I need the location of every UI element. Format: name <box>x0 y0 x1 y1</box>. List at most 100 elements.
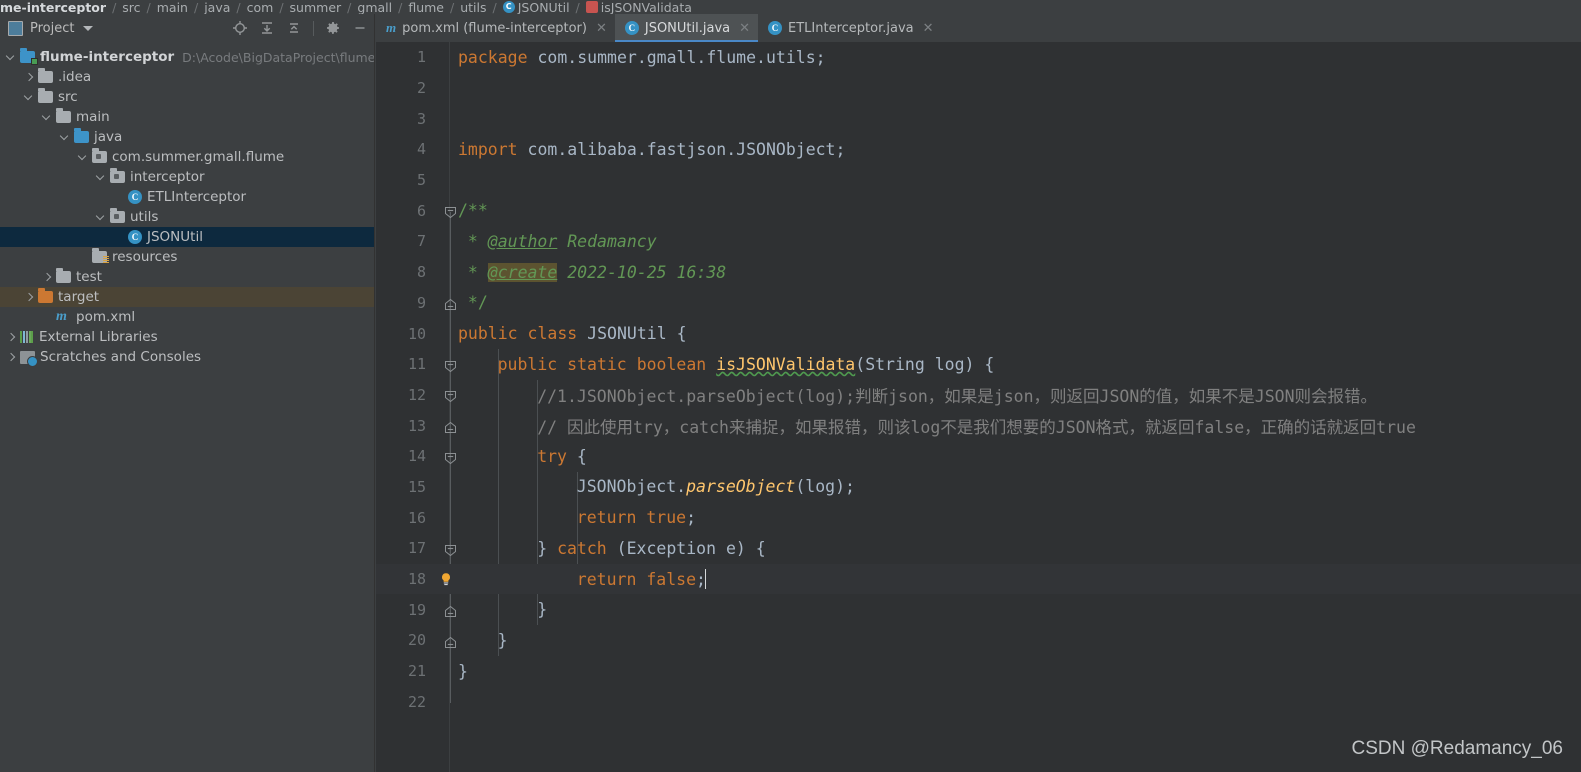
editor-tab[interactable]: C ETLInterceptor.java ✕ <box>758 14 942 42</box>
fold-expand-icon[interactable] <box>444 634 457 648</box>
code-line[interactable]: 12 //1.JSONObject.parseObject(log);判断json… <box>376 380 1581 411</box>
code-line[interactable]: 21} <box>376 656 1581 687</box>
intention-bulb-icon[interactable] <box>439 572 453 586</box>
breadcrumb-item[interactable]: flume <box>408 0 444 14</box>
tree-item-interceptor[interactable]: interceptor <box>0 167 374 187</box>
chevron-right-icon[interactable] <box>6 332 17 343</box>
breadcrumb-item[interactable]: java <box>204 0 230 14</box>
fold-expand-icon[interactable] <box>444 603 457 618</box>
libraries-icon <box>20 331 34 343</box>
tree-item-pom-xml[interactable]: m pom.xml <box>0 307 374 327</box>
code-line[interactable]: 7 * @author Redamancy <box>376 226 1581 257</box>
tree-item-flume-interceptor[interactable]: flume-interceptor D:\Acode\BigDataProject… <box>0 47 374 67</box>
chevron-right-icon[interactable] <box>42 272 53 283</box>
close-icon[interactable]: ✕ <box>923 21 934 36</box>
minimize-icon[interactable] <box>352 20 368 36</box>
editor-tab[interactable]: C JSONUtil.java ✕ <box>614 14 759 42</box>
class-icon: C <box>128 190 142 204</box>
tree-item-java[interactable]: java <box>0 127 374 147</box>
chevron-down-icon[interactable] <box>6 52 17 63</box>
breadcrumb-separator: / <box>112 0 117 14</box>
chevron-right-icon[interactable] <box>24 292 35 303</box>
code-line[interactable]: 20} <box>376 625 1581 656</box>
expand-all-icon[interactable] <box>259 20 275 36</box>
code-line[interactable]: 10 public class JSONUtil { <box>376 318 1581 349</box>
chevron-down-icon[interactable] <box>24 92 35 103</box>
line-number: 14 <box>407 447 426 466</box>
code-line[interactable]: 22 <box>376 686 1581 717</box>
tree-item-scratches-and-consoles[interactable]: Scratches and Consoles <box>0 347 374 367</box>
breadcrumb-item[interactable]: summer <box>290 0 342 14</box>
code-line[interactable]: 3 <box>376 103 1581 134</box>
chevron-down-icon[interactable] <box>78 152 89 163</box>
tree-item-etlinterceptor[interactable]: C ETLInterceptor <box>0 187 374 207</box>
tree-item-resources[interactable]: resources <box>0 247 374 267</box>
breadcrumb-separator: / <box>146 0 151 14</box>
close-icon[interactable]: ✕ <box>596 21 607 36</box>
code-line[interactable]: 9 */ <box>376 288 1581 319</box>
breadcrumb-item[interactable]: main <box>157 0 188 14</box>
code-line[interactable]: 17} catch (Exception e) { <box>376 533 1581 564</box>
code-line[interactable]: 2 <box>376 73 1581 104</box>
fold-collapse-icon[interactable] <box>444 450 457 464</box>
code-line[interactable]: 19} <box>376 594 1581 625</box>
code-line[interactable]: 13 // 因此使用try，catch来捕捉，如果报错，则该log不是我们想要的J… <box>376 410 1581 441</box>
chevron-down-icon[interactable] <box>96 172 107 183</box>
close-icon[interactable]: ✕ <box>739 21 750 36</box>
code-line[interactable]: 6 /** <box>376 195 1581 226</box>
chevron-right-icon[interactable] <box>6 352 17 363</box>
tree-item-src[interactable]: src <box>0 87 374 107</box>
code-line[interactable]: 16 return true; <box>376 502 1581 533</box>
breadcrumb-item[interactable]: utils <box>460 0 486 14</box>
line-number: 10 <box>407 324 426 343</box>
fold-collapse-icon[interactable] <box>444 358 457 372</box>
code-line[interactable]: 15 JSONObject.parseObject(log); <box>376 472 1581 503</box>
code-line[interactable]: 14 try { <box>376 441 1581 472</box>
fold-collapse-icon[interactable] <box>444 388 457 403</box>
fold-expand-icon[interactable] <box>444 296 457 311</box>
tree-item--idea[interactable]: .idea <box>0 67 374 87</box>
locate-icon[interactable] <box>232 20 248 36</box>
project-panel: Project flume-interceptor D:\Acode\BigDa… <box>0 14 375 772</box>
breadcrumb-item[interactable]: JSONUtil <box>518 0 570 14</box>
gear-icon[interactable] <box>325 20 341 36</box>
resources-folder-icon <box>92 248 109 264</box>
fold-collapse-icon[interactable] <box>444 204 457 219</box>
line-number: 19 <box>407 600 426 619</box>
line-number: 21 <box>407 662 426 681</box>
tree-item-jsonutil[interactable]: C JSONUtil <box>0 227 374 247</box>
breadcrumb-item[interactable]: src <box>122 0 140 14</box>
chevron-down-icon[interactable] <box>60 132 71 143</box>
code-lines[interactable]: 1 package com.summer.gmall.flume.utils; 2 3… <box>376 42 1581 772</box>
breadcrumb-item[interactable]: gmall <box>357 0 392 14</box>
breadcrumb-item[interactable]: me-interceptor <box>0 0 106 14</box>
tree-item-target[interactable]: target <box>0 287 374 307</box>
code-line[interactable]: 1 package com.summer.gmall.flume.utils; <box>376 42 1581 73</box>
line-number: 17 <box>407 539 426 558</box>
fold-collapse-icon[interactable] <box>444 542 457 556</box>
project-tree[interactable]: flume-interceptor D:\Acode\BigDataProject… <box>0 42 374 772</box>
line-number: 2 <box>416 79 426 98</box>
chevron-down-icon[interactable] <box>42 112 53 123</box>
code-line[interactable]: 11 public static boolean isJSONValidata(S… <box>376 349 1581 380</box>
breadcrumb-item[interactable]: isJSONValidata <box>601 0 692 14</box>
collapse-all-icon[interactable] <box>286 20 302 36</box>
code-line[interactable]: 4 import com.alibaba.fastjson.JSONObject; <box>376 134 1581 165</box>
breadcrumb-item[interactable]: com <box>247 0 274 14</box>
fold-expand-icon[interactable] <box>444 419 457 434</box>
editor-tab[interactable]: m pom.xml (flume-interceptor) ✕ <box>376 14 615 42</box>
tree-item-com-summer-gmall-flume[interactable]: com.summer.gmall.flume <box>0 147 374 167</box>
code-editor[interactable]: 1 package com.summer.gmall.flume.utils; 2 3… <box>376 42 1581 772</box>
code-line[interactable]: 8 * @create 2022-10-25 16:38 <box>376 257 1581 288</box>
chevron-down-icon[interactable] <box>83 25 94 31</box>
tree-item-test[interactable]: test <box>0 267 374 287</box>
code-line[interactable]: 18 return false; <box>376 563 1581 595</box>
chevron-down-icon[interactable] <box>96 212 107 223</box>
project-panel-toolbar <box>232 20 368 36</box>
tree-item-utils[interactable]: utils <box>0 207 374 227</box>
chevron-right-icon[interactable] <box>24 72 35 83</box>
tree-item-main[interactable]: main <box>0 107 374 127</box>
tree-item-external-libraries[interactable]: External Libraries <box>0 327 374 347</box>
line-number: 8 <box>416 263 426 282</box>
code-line[interactable]: 5 <box>376 165 1581 196</box>
